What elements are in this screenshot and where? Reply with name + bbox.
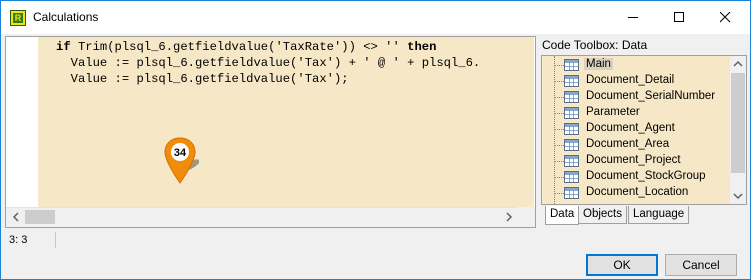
- code-line[interactable]: Value := plsql_6.getfieldvalue('Tax');: [56, 72, 349, 86]
- horizontal-scroll-thumb[interactable]: [25, 210, 55, 224]
- scroll-left-icon: [12, 212, 19, 222]
- code-token: '': [385, 40, 400, 54]
- scroll-left-button[interactable]: [8, 208, 25, 226]
- tree-branch-line: [555, 193, 564, 194]
- code-token: ) +: [333, 56, 364, 70]
- code-token: 'TaxRate': [275, 40, 342, 54]
- table-icon: [564, 107, 579, 119]
- code-token: Trim(plsql_6.getfieldvalue(: [70, 40, 276, 54]
- toolbox-tabs: Data Objects Language: [541, 206, 747, 225]
- tree-branch-line: [555, 129, 564, 130]
- marker-number: 34: [174, 147, 187, 159]
- scroll-up-button[interactable]: [730, 56, 746, 73]
- code-token: Value := plsql_6.getfieldvalue(: [70, 72, 298, 86]
- editor-gutter: [6, 37, 38, 207]
- horizontal-scrollbar[interactable]: [6, 207, 518, 227]
- vertical-scrollbar[interactable]: [730, 56, 746, 204]
- cancel-button[interactable]: Cancel: [665, 254, 737, 276]
- close-button[interactable]: [702, 1, 748, 34]
- code-token: then: [407, 40, 437, 54]
- code-toolbox: Main Document_Detail Document_SerialNumber…: [541, 55, 747, 205]
- maximize-button[interactable]: [656, 1, 702, 34]
- vertical-scroll-thumb[interactable]: [731, 73, 745, 173]
- window-title: Calculations: [33, 10, 99, 24]
- code-token: )) <>: [341, 40, 386, 54]
- tab-language[interactable]: Language: [628, 206, 690, 224]
- minimize-button[interactable]: [610, 1, 656, 34]
- table-icon: [564, 123, 579, 135]
- scroll-down-button[interactable]: [730, 187, 746, 204]
- tree-item[interactable]: Document_SerialNumber: [542, 89, 730, 105]
- tree-item[interactable]: Document_Agent: [542, 121, 730, 137]
- tree-item-label: Document_Detail: [586, 74, 675, 86]
- tab-objects[interactable]: Objects: [578, 206, 627, 224]
- tree-branch-line: [555, 177, 564, 178]
- app-logo-icon: R: [10, 10, 26, 26]
- status-bar: 3: 3: [5, 230, 746, 250]
- tab-data[interactable]: Data: [545, 206, 580, 225]
- status-divider: [55, 232, 56, 248]
- toolbox-tree[interactable]: Main Document_Detail Document_SerialNumber…: [542, 56, 730, 204]
- tree-item[interactable]: Document_Area: [542, 137, 730, 153]
- calculations-window: R Calculations if Trim(plsql_6.getfieldv…: [0, 0, 751, 280]
- table-icon: [564, 139, 579, 151]
- tree-branch-line: [555, 65, 564, 66]
- ok-button[interactable]: OK: [586, 254, 658, 276]
- tree-item[interactable]: Main: [542, 57, 730, 73]
- location-marker-icon: 34: [164, 137, 199, 184]
- code-token: 'Tax': [297, 56, 334, 70]
- toolbox-title: Code Toolbox: Data: [542, 38, 648, 52]
- tree-branch-line: [555, 81, 564, 82]
- scroll-up-icon: [733, 60, 743, 67]
- tree-item[interactable]: Document_Location: [542, 185, 730, 201]
- code-token: + plsql_6.: [399, 56, 481, 70]
- tree-item[interactable]: Document_Project: [542, 153, 730, 169]
- app-logo-letter: R: [13, 13, 23, 23]
- scroll-right-icon: [506, 212, 513, 222]
- cursor-position: 3: 3: [9, 234, 28, 246]
- code-area[interactable]: if Trim(plsql_6.getfieldvalue('TaxRate')…: [38, 37, 534, 207]
- table-icon: [564, 187, 579, 199]
- table-icon: [564, 171, 579, 183]
- tree-item[interactable]: Document_Detail: [542, 73, 730, 89]
- tree-item-label: Parameter: [586, 106, 640, 118]
- tree-item-label: Document_Area: [586, 138, 670, 150]
- code-token: );: [333, 72, 349, 86]
- scroll-right-button[interactable]: [500, 208, 517, 226]
- minimize-icon: [628, 17, 638, 18]
- code-line[interactable]: Value := plsql_6.getfieldvalue('Tax') + …: [56, 56, 481, 70]
- maximize-icon: [674, 12, 684, 22]
- code-editor[interactable]: if Trim(plsql_6.getfieldvalue('TaxRate')…: [5, 36, 536, 228]
- tree-branch-line: [555, 97, 564, 98]
- title-bar[interactable]: R Calculations: [1, 1, 750, 34]
- tree-branch-line: [555, 161, 564, 162]
- code-line[interactable]: if Trim(plsql_6.getfieldvalue('TaxRate')…: [56, 40, 436, 54]
- tree-item-label: Document_Agent: [586, 122, 675, 134]
- tree-item-label: Document_Location: [586, 186, 689, 198]
- code-token: if: [56, 40, 71, 54]
- table-icon: [564, 91, 579, 103]
- code-token: 'Tax': [297, 72, 334, 86]
- table-icon: [564, 75, 579, 87]
- scroll-down-icon: [733, 193, 743, 200]
- code-token: ' @ ': [363, 56, 400, 70]
- table-icon: [564, 155, 579, 167]
- close-icon: [720, 12, 731, 23]
- tree-item-label: Document_StockGroup: [586, 170, 706, 182]
- tree-item[interactable]: Parameter: [542, 105, 730, 121]
- tree-item-label: Main: [584, 58, 613, 70]
- tree-item-label: Document_Project: [586, 154, 681, 166]
- tree-branch-line: [555, 145, 564, 146]
- tree-branch-line: [555, 113, 564, 114]
- table-icon: [564, 59, 579, 71]
- tree-item[interactable]: Document_StockGroup: [542, 169, 730, 185]
- scroll-corner: [518, 207, 535, 227]
- code-token: Value := plsql_6.getfieldvalue(: [70, 56, 298, 70]
- tree-item-label: Document_SerialNumber: [586, 90, 716, 102]
